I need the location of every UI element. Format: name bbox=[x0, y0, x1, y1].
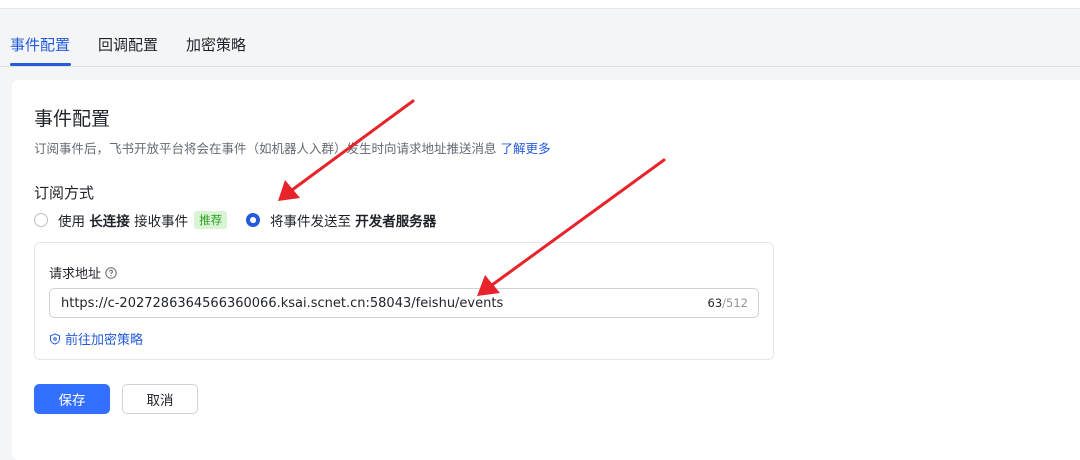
section-description: 订阅事件后，飞书开放平台将会在事件（如机器人入群）发生时向请求地址推送消息 了解… bbox=[34, 138, 551, 157]
request-url-input[interactable]: https://c-2027286364566360066.ksai.scnet… bbox=[49, 288, 759, 318]
event-config-card: 事件配置 订阅事件后，飞书开放平台将会在事件（如机器人入群）发生时向请求地址推送… bbox=[12, 80, 1080, 460]
radio-developer-server[interactable]: 将事件发送至 开发者服务器 bbox=[246, 210, 436, 230]
learn-more-link[interactable]: 了解更多 bbox=[501, 141, 551, 156]
request-url-label: 请求地址 bbox=[49, 263, 117, 282]
char-count-current: 63 bbox=[707, 296, 723, 310]
request-url-label-text: 请求地址 bbox=[49, 267, 102, 282]
active-tab-indicator bbox=[10, 63, 71, 66]
tab-callback-config[interactable]: 回调配置 bbox=[98, 34, 158, 55]
tab-encryption-policy[interactable]: 加密策略 bbox=[186, 34, 246, 55]
option1-bold: 长连接 bbox=[89, 214, 130, 230]
char-count-max: /512 bbox=[722, 296, 748, 310]
option1-prefix: 使用 bbox=[58, 214, 90, 230]
radio-button-unchecked[interactable] bbox=[34, 213, 48, 227]
request-url-panel: 请求地址 https://c-2027286364566360066.ksai.… bbox=[34, 242, 774, 360]
subscription-method-label: 订阅方式 bbox=[34, 184, 95, 202]
tab-event-config[interactable]: 事件配置 bbox=[10, 34, 70, 55]
option1-suffix: 接收事件 bbox=[129, 214, 189, 230]
recommended-badge: 推荐 bbox=[194, 211, 228, 229]
char-counter: 63/512 bbox=[708, 296, 748, 310]
description-text: 订阅事件后，飞书开放平台将会在事件（如机器人入群）发生时向请求地址推送消息 bbox=[34, 141, 497, 156]
question-circle-icon[interactable] bbox=[105, 266, 117, 279]
goto-encryption-text[interactable]: 前往加密策略 bbox=[65, 329, 143, 348]
section-title: 事件配置 bbox=[34, 108, 111, 130]
cancel-button[interactable]: 取消 bbox=[122, 384, 198, 414]
shield-icon bbox=[50, 332, 60, 345]
goto-encryption-link[interactable]: 前往加密策略 bbox=[49, 329, 143, 348]
save-button[interactable]: 保存 bbox=[34, 384, 110, 414]
top-header-strip bbox=[0, 0, 1080, 9]
option2-prefix: 将事件发送至 bbox=[270, 214, 356, 230]
request-url-value[interactable]: https://c-2027286364566360066.ksai.scnet… bbox=[61, 296, 503, 311]
radio-button-checked[interactable] bbox=[246, 213, 260, 227]
option2-bold: 开发者服务器 bbox=[355, 214, 437, 230]
tab-bar: 事件配置 回调配置 加密策略 bbox=[0, 20, 1080, 67]
radio-long-connection[interactable]: 使用 长连接 接收事件 推荐 bbox=[34, 210, 228, 230]
